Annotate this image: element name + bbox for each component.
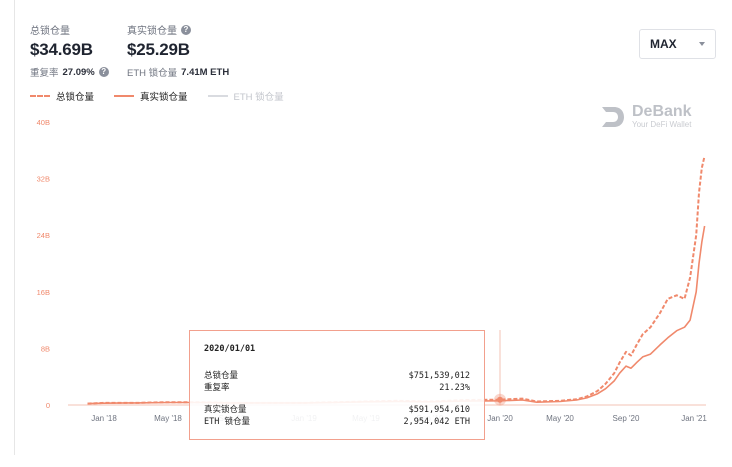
tooltip-row-value: 21.23% (439, 383, 470, 393)
tooltip-row-value: $751,539,012 (408, 371, 470, 381)
tooltip-row-label: 真实锁仓量 (204, 405, 247, 415)
tooltip-row-label: ETH 锁仓量 (204, 417, 250, 427)
tooltip-row-label: 重复率 (204, 383, 230, 393)
x-tick-label: May '18 (154, 414, 182, 423)
y-tick-label: 24B (37, 231, 50, 240)
tooltip-row-value: 2,954,042 ETH (403, 417, 470, 427)
tooltip-row-label: 总锁仓量 (204, 371, 239, 381)
tooltip-date: 2020/01/01 (204, 344, 256, 354)
x-tick-label: Jan '21 (681, 414, 707, 423)
hover-point (497, 396, 503, 403)
x-tick-label: Jan '20 (487, 414, 513, 423)
y-tick-label: 0 (46, 401, 50, 410)
y-tick-label: 40B (37, 118, 50, 127)
y-tick-label: 32B (37, 175, 50, 184)
tooltip-row: 真实锁仓量 $591,954,610 (204, 404, 470, 416)
tooltip-row: ETH 锁仓量 2,954,042 ETH (204, 416, 470, 428)
tooltip-row-value: $591,954,610 (408, 405, 470, 415)
y-tick-label: 8B (41, 344, 50, 353)
y-tick-label: 16B (37, 288, 50, 297)
tooltip-row: 重复率 21.23% (204, 382, 470, 394)
x-tick-label: Jan '18 (91, 414, 117, 423)
tooltip-row: 总锁仓量 $751,539,012 (204, 370, 470, 382)
x-tick-label: Sep '20 (613, 414, 640, 423)
x-tick-label: May '20 (546, 414, 574, 423)
chart-tooltip: 2020/01/01 总锁仓量 $751,539,012 重复率 21.23% … (189, 330, 485, 440)
